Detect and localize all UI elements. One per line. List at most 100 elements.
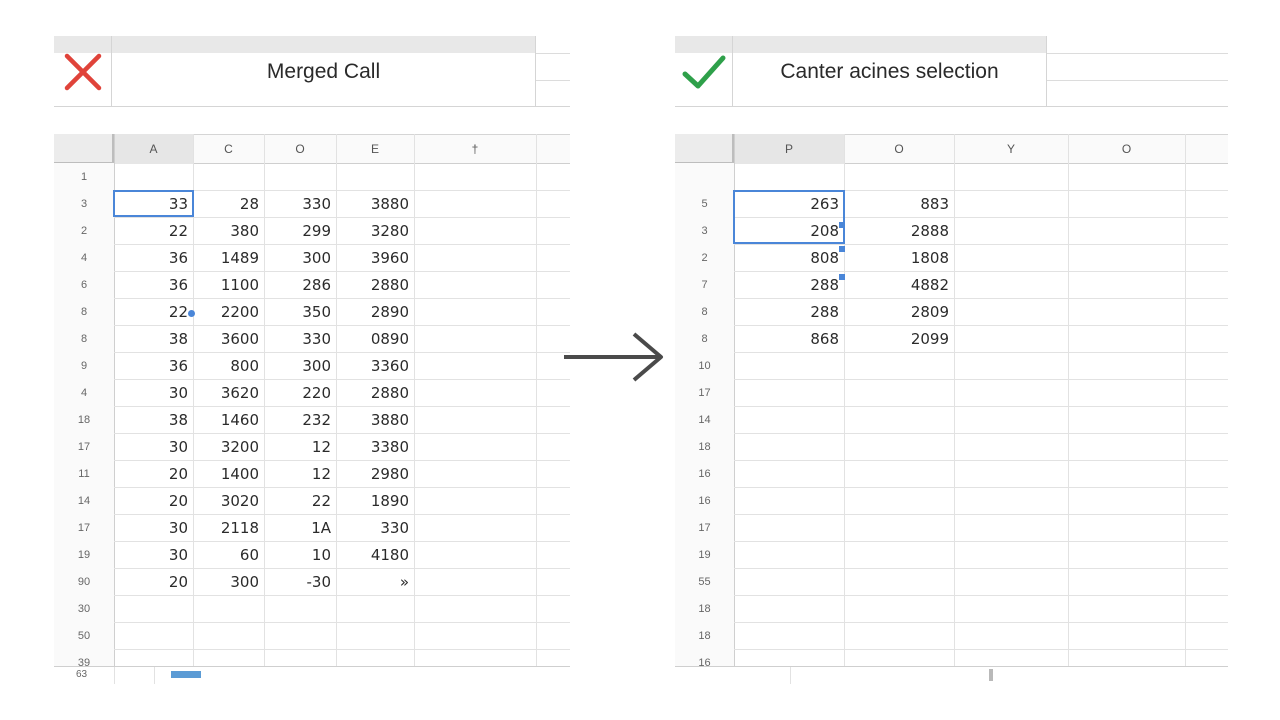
- row-header[interactable]: 17: [54, 433, 114, 460]
- table-cell[interactable]: [844, 568, 954, 595]
- table-cell[interactable]: [734, 622, 844, 649]
- table-cell[interactable]: 2200: [193, 298, 264, 325]
- table-cell[interactable]: 1460: [193, 406, 264, 433]
- column-header[interactable]: O: [1068, 134, 1185, 164]
- row-header[interactable]: 16: [675, 460, 734, 487]
- table-cell[interactable]: 286: [264, 271, 336, 298]
- table-cell[interactable]: [193, 163, 264, 190]
- table-cell[interactable]: 1A: [264, 514, 336, 541]
- table-cell[interactable]: 232: [264, 406, 336, 433]
- row-header[interactable]: 9: [54, 352, 114, 379]
- table-cell[interactable]: 4180: [336, 541, 414, 568]
- row-header[interactable]: 19: [675, 541, 734, 568]
- table-cell[interactable]: -30: [264, 568, 336, 595]
- row-header[interactable]: 8: [675, 325, 734, 352]
- table-cell[interactable]: 3020: [193, 487, 264, 514]
- row-header[interactable]: 18: [54, 406, 114, 433]
- table-cell[interactable]: 300: [264, 244, 336, 271]
- table-cell[interactable]: 1400: [193, 460, 264, 487]
- table-cell[interactable]: 20: [114, 568, 193, 595]
- table-cell[interactable]: 380: [193, 217, 264, 244]
- table-cell[interactable]: 2118: [193, 514, 264, 541]
- table-cell[interactable]: »: [336, 568, 414, 595]
- table-cell[interactable]: 330: [264, 190, 336, 217]
- row-header[interactable]: 18: [675, 595, 734, 622]
- table-cell[interactable]: 30: [114, 541, 193, 568]
- selection-box[interactable]: [113, 190, 194, 217]
- row-header[interactable]: 17: [675, 514, 734, 541]
- table-cell[interactable]: 22: [264, 487, 336, 514]
- table-cell[interactable]: [734, 568, 844, 595]
- table-cell[interactable]: [734, 352, 844, 379]
- table-cell[interactable]: 800: [193, 352, 264, 379]
- table-cell[interactable]: [844, 406, 954, 433]
- table-cell[interactable]: 2880: [336, 379, 414, 406]
- table-cell[interactable]: [844, 541, 954, 568]
- table-cell[interactable]: [844, 379, 954, 406]
- table-cell[interactable]: 868: [734, 325, 844, 352]
- table-cell[interactable]: 3360: [336, 352, 414, 379]
- table-cell[interactable]: 36: [114, 352, 193, 379]
- table-cell[interactable]: 2880: [336, 271, 414, 298]
- row-header[interactable]: 6: [54, 271, 114, 298]
- table-cell[interactable]: 288: [734, 298, 844, 325]
- table-cell[interactable]: [114, 622, 193, 649]
- table-cell[interactable]: [336, 595, 414, 622]
- table-cell[interactable]: 36: [114, 271, 193, 298]
- row-header[interactable]: 14: [675, 406, 734, 433]
- row-header[interactable]: 8: [675, 298, 734, 325]
- table-cell[interactable]: 1489: [193, 244, 264, 271]
- column-header[interactable]: O: [264, 134, 336, 164]
- table-cell[interactable]: [734, 163, 844, 190]
- table-cell[interactable]: 2099: [844, 325, 954, 352]
- table-cell[interactable]: [844, 622, 954, 649]
- table-cell[interactable]: 0890: [336, 325, 414, 352]
- table-cell[interactable]: [193, 622, 264, 649]
- column-header[interactable]: O: [844, 134, 954, 164]
- select-all-corner[interactable]: [675, 134, 734, 164]
- table-cell[interactable]: 220: [264, 379, 336, 406]
- table-cell[interactable]: 22: [114, 217, 193, 244]
- fill-handle[interactable]: [839, 274, 845, 280]
- table-cell[interactable]: 20: [114, 460, 193, 487]
- table-cell[interactable]: [734, 595, 844, 622]
- column-header[interactable]: A: [114, 134, 193, 164]
- table-cell[interactable]: 1890: [336, 487, 414, 514]
- table-cell[interactable]: [844, 433, 954, 460]
- row-header[interactable]: 30: [54, 595, 114, 622]
- fill-handle[interactable]: [839, 222, 845, 228]
- table-cell[interactable]: [734, 406, 844, 433]
- row-header[interactable]: 55: [675, 568, 734, 595]
- table-cell[interactable]: [844, 487, 954, 514]
- table-cell[interactable]: 22: [114, 298, 193, 325]
- row-header[interactable]: 50: [54, 622, 114, 649]
- row-header[interactable]: 8: [54, 298, 114, 325]
- row-header[interactable]: 8: [54, 325, 114, 352]
- table-cell[interactable]: [734, 541, 844, 568]
- table-cell[interactable]: 28: [193, 190, 264, 217]
- table-cell[interactable]: [336, 163, 414, 190]
- row-header[interactable]: 3: [675, 217, 734, 244]
- table-cell[interactable]: 38: [114, 406, 193, 433]
- table-cell[interactable]: 288: [734, 271, 844, 298]
- table-cell[interactable]: 30: [114, 433, 193, 460]
- table-cell[interactable]: 20: [114, 487, 193, 514]
- table-cell[interactable]: [844, 595, 954, 622]
- table-cell[interactable]: [264, 622, 336, 649]
- row-header[interactable]: 18: [675, 433, 734, 460]
- row-header[interactable]: 14: [54, 487, 114, 514]
- table-cell[interactable]: 3960: [336, 244, 414, 271]
- table-cell[interactable]: [114, 163, 193, 190]
- table-cell[interactable]: 3280: [336, 217, 414, 244]
- row-header[interactable]: 5: [675, 190, 734, 217]
- table-cell[interactable]: [264, 163, 336, 190]
- table-cell[interactable]: 36: [114, 244, 193, 271]
- row-header[interactable]: 1: [54, 163, 114, 190]
- row-header[interactable]: 2: [675, 244, 734, 271]
- table-cell[interactable]: 299: [264, 217, 336, 244]
- select-all-corner[interactable]: [54, 134, 114, 164]
- table-cell[interactable]: 1808: [844, 244, 954, 271]
- row-header[interactable]: 17: [675, 379, 734, 406]
- table-cell[interactable]: 350: [264, 298, 336, 325]
- table-cell[interactable]: 330: [264, 325, 336, 352]
